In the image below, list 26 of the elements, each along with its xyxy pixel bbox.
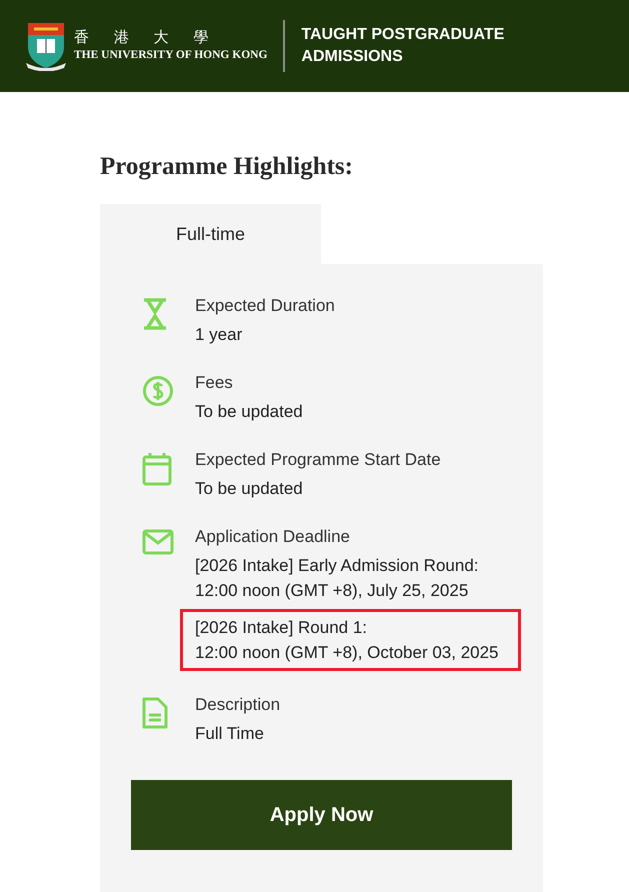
highlight-value: 12:00 noon (GMT +8), July 25, 2025	[195, 580, 470, 602]
document-icon	[142, 697, 168, 729]
tab[interactable]: Full-time	[100, 204, 321, 264]
highlight-value: 12:00 noon (GMT +8), October 03, 2025	[195, 642, 500, 664]
section-title: TAUGHT POSTGRADUATE	[301, 25, 504, 45]
crest-icon	[24, 21, 68, 71]
highlight-label: Application Deadline	[195, 526, 351, 548]
highlight-label: Description	[195, 694, 280, 716]
section-heading: Programme Highlights:	[100, 152, 354, 182]
section-title: ADMISSIONS	[301, 47, 404, 67]
highlight-value: Full Time	[195, 723, 265, 745]
highlight-value: 1 year	[195, 324, 244, 346]
envelope-icon	[142, 529, 174, 555]
university-name: THE UNIVERSITY OF HONG KONG	[74, 48, 268, 64]
highlight-label: Expected Duration	[195, 295, 335, 317]
calendar-icon	[142, 452, 172, 486]
apply-button[interactable]: Apply Now	[131, 780, 512, 850]
highlight-value: To be updated	[195, 478, 304, 500]
highlight-value: To be updated	[195, 401, 303, 423]
highlight-value: [2026 Intake] Early Admission Round:	[195, 555, 480, 577]
highlight-label: Expected Programme Start Date	[195, 449, 441, 471]
highlight-label: Fees	[195, 372, 234, 394]
dollar-icon	[142, 375, 174, 407]
university-name-chinese: 香 港 大 學	[74, 27, 220, 48]
highlight-value: [2026 Intake] Round 1:	[195, 617, 368, 639]
hourglass-icon	[142, 298, 168, 330]
